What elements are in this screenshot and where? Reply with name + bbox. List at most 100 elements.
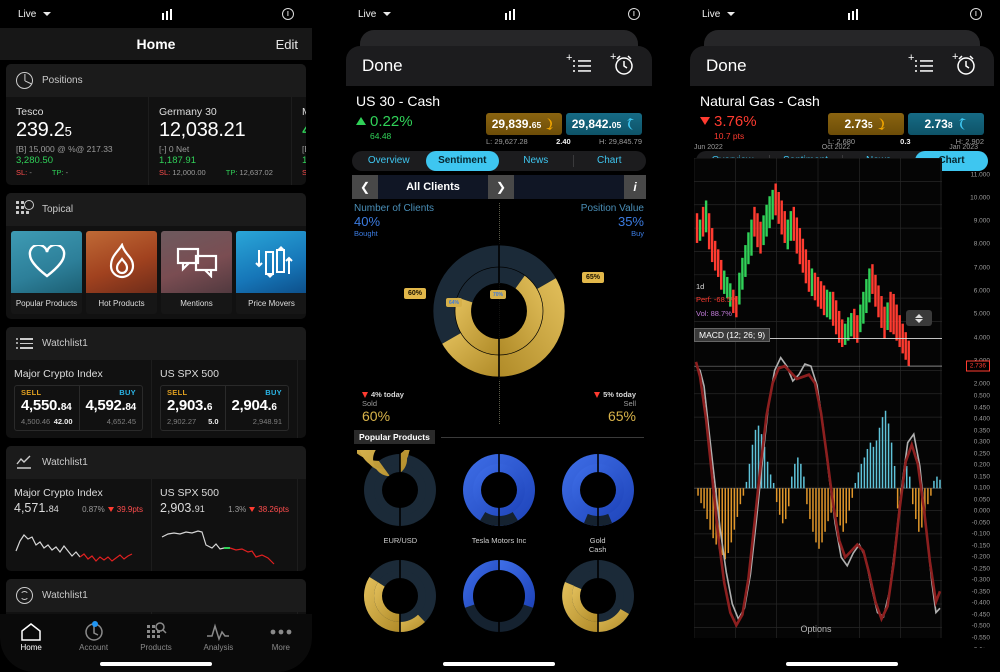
- buy-quote[interactable]: BUY 4,592.84 4,652.45: [78, 386, 143, 430]
- positions-row[interactable]: Tesco 239.25 [B] 15,000 @ %@ 217.33 3,28…: [6, 97, 306, 185]
- sparkline: [15, 534, 133, 562]
- tab-news[interactable]: News: [499, 151, 573, 171]
- position-item[interactable]: Tesco 239.25 [B] 15,000 @ %@ 217.33 3,28…: [6, 97, 149, 185]
- status-live-label: Live: [702, 8, 721, 20]
- clock-info-icon[interactable]: [969, 8, 982, 20]
- position-item[interactable]: Maj 4, [B] 5 151 SL: -: [292, 97, 306, 185]
- spread-label: 2.40: [556, 137, 571, 146]
- plot[interactable]: [693, 157, 942, 638]
- arrow-down-icon: [546, 118, 554, 130]
- spark-card[interactable]: Gold 1,494.88: [298, 479, 306, 571]
- ellipsis-icon: [250, 621, 312, 643]
- chevron-down-icon[interactable]: [43, 12, 52, 16]
- position-price: 12,038.21: [159, 119, 246, 141]
- instrument-change: 3.76% 10.7 pts: [700, 113, 757, 141]
- sell-quote[interactable]: SELL 4,550.84 4,500.46 42.00: [15, 386, 79, 430]
- watchlist-spark-header[interactable]: Watchlist1: [6, 446, 306, 479]
- spark-row[interactable]: Major Crypto Index 4,571.84 0.87% 39.9pt…: [6, 479, 306, 571]
- chart-area[interactable]: Jun 2022 Oct 2022 Jan 2023 11.000 10.000…: [690, 142, 994, 648]
- quote-row[interactable]: Major Crypto Index SELL 4,550.84 4,500.4…: [6, 360, 306, 438]
- tab-account[interactable]: Account: [62, 621, 124, 652]
- macd-tick: 0.100: [973, 484, 990, 492]
- chevron-down-icon[interactable]: [727, 12, 736, 16]
- tab-chart[interactable]: Chart: [572, 151, 647, 171]
- topical-tile-hot-products[interactable]: Hot Products: [86, 231, 157, 314]
- chevron-left-icon[interactable]: ❮: [352, 175, 378, 199]
- popular-product[interactable]: EUR/USD: [346, 388, 449, 554]
- resize-handle-icon[interactable]: [906, 310, 932, 326]
- popular-product[interactable]: [451, 556, 548, 641]
- home-scroll[interactable]: Positions Tesco 239.25 [B] 15,000 @ %@ 2…: [0, 60, 312, 672]
- quote-card[interactable]: Major Crypto Index SELL 4,550.84 4,500.4…: [6, 360, 152, 438]
- sell-button[interactable]: 2.735: [828, 113, 904, 135]
- position-name: Germany 30: [159, 106, 217, 118]
- tab-home[interactable]: Home: [0, 621, 62, 652]
- position-price: 239.25: [16, 119, 138, 142]
- x-tick: Oct 2022: [821, 144, 851, 151]
- popular-product[interactable]: [352, 556, 449, 641]
- product-label: EUR/USD: [383, 536, 418, 545]
- heart-icon: [11, 231, 82, 293]
- clock-info-icon[interactable]: [281, 8, 294, 20]
- popular-product[interactable]: Gold Cash: [549, 450, 646, 554]
- options-button[interactable]: Options: [690, 624, 942, 634]
- quote-card[interactable]: Gold SELL 1,49 1,474.39: [298, 360, 306, 438]
- tab-sentiment[interactable]: Sentiment: [425, 151, 499, 171]
- info-button[interactable]: i: [624, 175, 646, 199]
- phone-3: Live Done + + Natural Gas - Cash 3.76% 1…: [684, 0, 1000, 672]
- home-indicator: [100, 662, 212, 666]
- add-to-list-icon[interactable]: +: [566, 52, 592, 80]
- product-donut: [561, 558, 634, 635]
- add-to-list-icon[interactable]: +: [908, 52, 934, 80]
- popular-product[interactable]: Tesla Motors Inc: [451, 450, 548, 554]
- sheet-header: Done + +: [346, 46, 652, 86]
- y-tick: 6.000: [973, 287, 990, 295]
- tab-products[interactable]: Products: [125, 621, 187, 652]
- macd-tick: -0.100: [971, 530, 990, 538]
- status-live[interactable]: Live: [702, 8, 736, 20]
- grid-search-icon: [125, 621, 187, 643]
- tab-more[interactable]: More: [250, 621, 312, 652]
- done-button[interactable]: Done: [362, 56, 403, 76]
- spark-card[interactable]: US SPX 500 2,903.91 1.3% 38.26pts: [152, 479, 298, 571]
- tab-overview[interactable]: Overview: [352, 151, 426, 171]
- status-live[interactable]: Live: [358, 9, 392, 20]
- buy-quote[interactable]: BUY 2,904.6 2,948.91: [224, 386, 289, 430]
- buy-button[interactable]: 2.738: [908, 113, 984, 135]
- position-tp: TP: 12,637.02: [225, 168, 273, 177]
- topical-header[interactable]: Topical: [6, 193, 306, 226]
- sell-quote[interactable]: SELL 2,903.6 2,902.27 5.0: [161, 386, 225, 430]
- topical-tile-mentions[interactable]: Mentions: [161, 231, 232, 314]
- done-button[interactable]: Done: [706, 56, 747, 76]
- status-live[interactable]: Live: [18, 9, 52, 20]
- watchlist-quotes-header[interactable]: Watchlist1: [6, 327, 306, 360]
- tab-analysis[interactable]: Analysis: [187, 621, 249, 652]
- spark-card[interactable]: Major Crypto Index 4,571.84 0.87% 39.9pt…: [6, 479, 152, 571]
- clock-info-icon[interactable]: [627, 8, 640, 20]
- instrument-name: Natural Gas - Cash: [700, 93, 820, 109]
- sell-button[interactable]: 29,839.65: [486, 113, 562, 135]
- topical-tiles[interactable]: Popular Products Hot Products Mentions P…: [6, 226, 306, 319]
- buy-button[interactable]: 29,842.05: [566, 113, 642, 135]
- positions-header[interactable]: Positions: [6, 64, 306, 97]
- add-alarm-icon[interactable]: +: [608, 51, 636, 81]
- topical-tile-popular-products[interactable]: Popular Products: [11, 231, 82, 314]
- popular-products-grid[interactable]: EUR/USD Tesla Motors Inc Gold Cash: [346, 388, 652, 643]
- position-item[interactable]: Germany 30 12,038.21 [-] 0 Net 1,187.91 …: [149, 97, 292, 185]
- chevron-right-icon[interactable]: ❯: [488, 175, 514, 199]
- y-tick: 5.000: [973, 310, 990, 318]
- quote-card[interactable]: US SPX 500 SELL 2,903.6 2,902.27 5.0 BUY …: [152, 360, 298, 438]
- sentiment-donut[interactable]: 60% 65% 64% 70%: [354, 238, 644, 390]
- watchlist-third-header[interactable]: Watchlist1: [6, 579, 306, 612]
- edit-button[interactable]: Edit: [276, 37, 298, 52]
- arrow-up-icon: [627, 118, 635, 130]
- status-bar: Live: [0, 0, 312, 28]
- x-axis: Jun 2022 Oct 2022 Jan 2023: [690, 142, 994, 153]
- spark-change: 1.3% 38.26pts: [228, 505, 289, 514]
- add-alarm-icon[interactable]: +: [950, 51, 978, 81]
- popular-product[interactable]: [549, 556, 646, 641]
- topical-tile-price-movers[interactable]: Price Movers: [236, 231, 306, 314]
- chevron-down-icon[interactable]: [383, 12, 392, 16]
- inner-right-pill: 70%: [490, 290, 507, 299]
- macd-label[interactable]: MACD (12; 26; 9): [694, 328, 771, 342]
